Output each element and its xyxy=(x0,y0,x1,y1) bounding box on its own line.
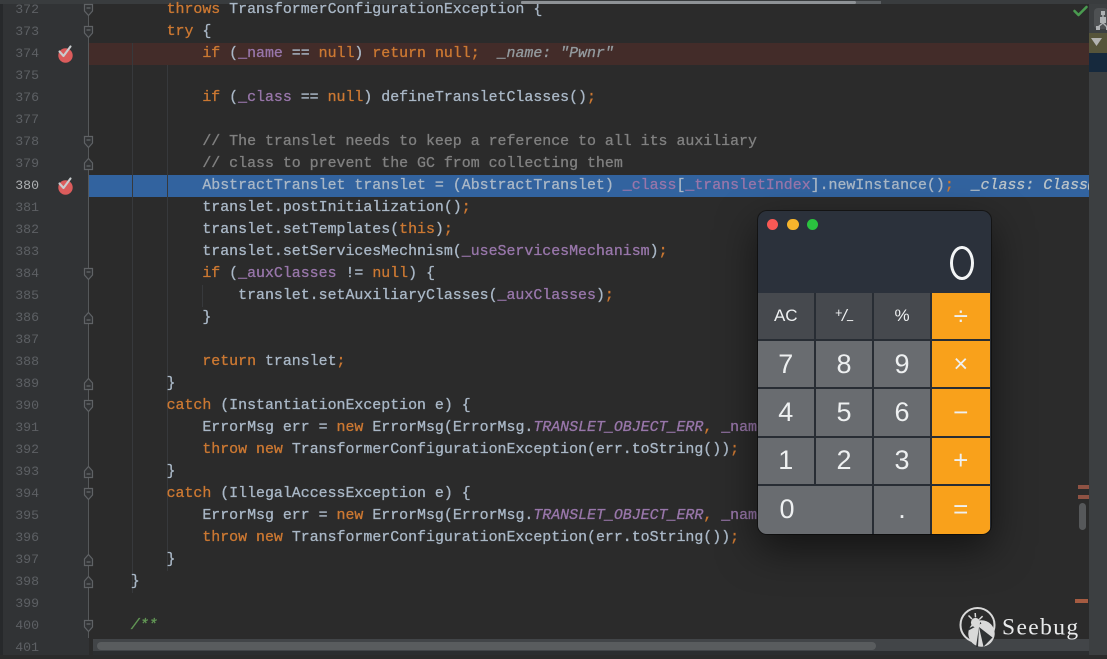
svg-text:Seebug: Seebug xyxy=(1002,615,1080,641)
